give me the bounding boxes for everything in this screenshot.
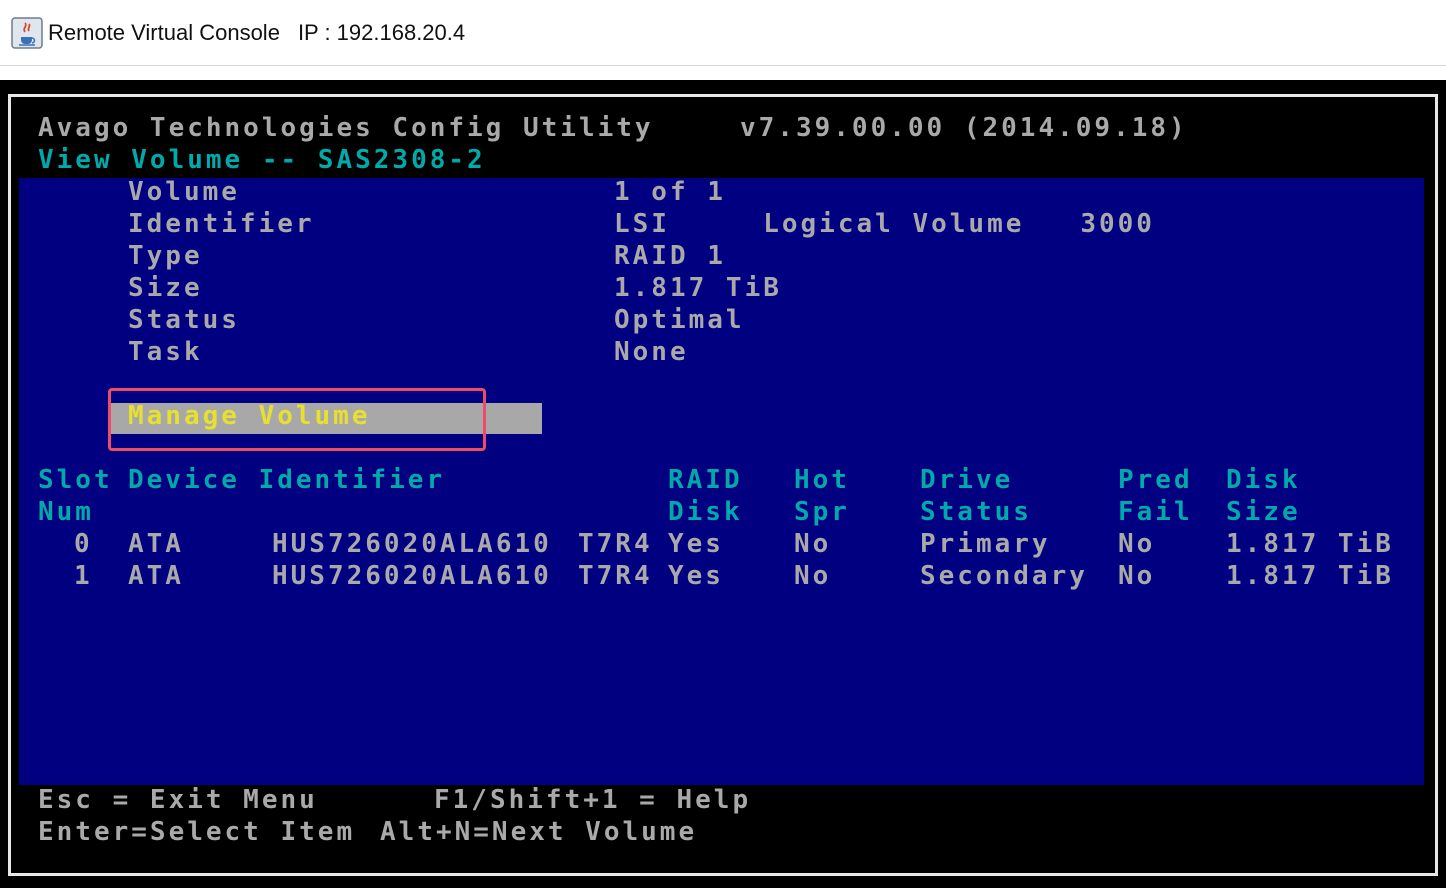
col-header-num: Num [38,497,94,527]
type-label: Type [128,241,203,271]
row-size: 1.817 TiB [1226,561,1394,591]
row-hot-spare: No [794,529,832,559]
hint-enter-select: Enter=Select Item [38,817,356,847]
window-title-ip: IP : 192.168.20.4 [297,20,466,45]
window-title-label: Remote Virtual Console [48,20,280,45]
volume-value: 1 of 1 [614,177,726,207]
row-vendor: ATA [128,561,184,591]
row-slot: 1 [74,561,93,591]
utility-version: v7.39.00.00 (2014.09.18) [740,113,1188,143]
row-raid-disk: Yes [668,529,724,559]
col-header-pred: Pred [1118,465,1193,495]
volume-label: Volume [128,177,240,207]
row-drive-status: Primary [920,529,1051,559]
row-drive-status: Secondary [920,561,1088,591]
task-label: Task [128,337,203,367]
status-value: Optimal [614,305,745,335]
hint-esc-exit: Esc = Exit Menu [38,785,318,815]
window-title: Remote Virtual Console IP : 192.168.20.4 [48,18,465,48]
row-model: HUS726020ALA610 [272,529,552,559]
row-slot: 0 [74,529,93,559]
identifier-label: Identifier [128,209,315,239]
identifier-value: LSI Logical Volume 3000 [614,209,1155,239]
col-header-drive: Drive [920,465,1014,495]
row-hot-spare: No [794,561,832,591]
col-header-device: Device Identifier [128,465,446,495]
col-header-size: Size [1226,497,1301,527]
task-value: None [614,337,689,367]
row-pred-fail: No [1118,529,1156,559]
window-titlebar: Remote Virtual Console IP : 192.168.20.4 [0,0,1446,66]
row-raid-disk: Yes [668,561,724,591]
hint-next-volume: Alt+N=Next Volume [380,817,698,847]
row-size: 1.817 TiB [1226,529,1394,559]
col-header-raid: RAID [668,465,743,495]
col-header-drive-status: Status [920,497,1032,527]
hint-help: F1/Shift+1 = Help [434,785,752,815]
row-rev: T7R4 [578,561,653,591]
screen-title: View Volume -- SAS2308-2 [38,145,486,175]
row-rev: T7R4 [578,529,653,559]
type-value: RAID 1 [614,241,726,271]
manage-volume-focus-outline [108,388,486,451]
row-model: HUS726020ALA610 [272,561,552,591]
utility-title: Avago Technologies Config Utility [38,113,654,143]
java-cup-icon [11,17,43,49]
status-label: Status [128,305,240,335]
col-header-slot: Slot [38,465,113,495]
row-pred-fail: No [1118,561,1156,591]
col-header-spr: Spr [794,497,850,527]
col-header-disk: Disk [1226,465,1301,495]
size-label: Size [128,273,203,303]
row-vendor: ATA [128,529,184,559]
col-header-raid-disk: Disk [668,497,743,527]
size-value: 1.817 TiB [614,273,782,303]
col-header-fail: Fail [1118,497,1193,527]
col-header-hot: Hot [794,465,850,495]
